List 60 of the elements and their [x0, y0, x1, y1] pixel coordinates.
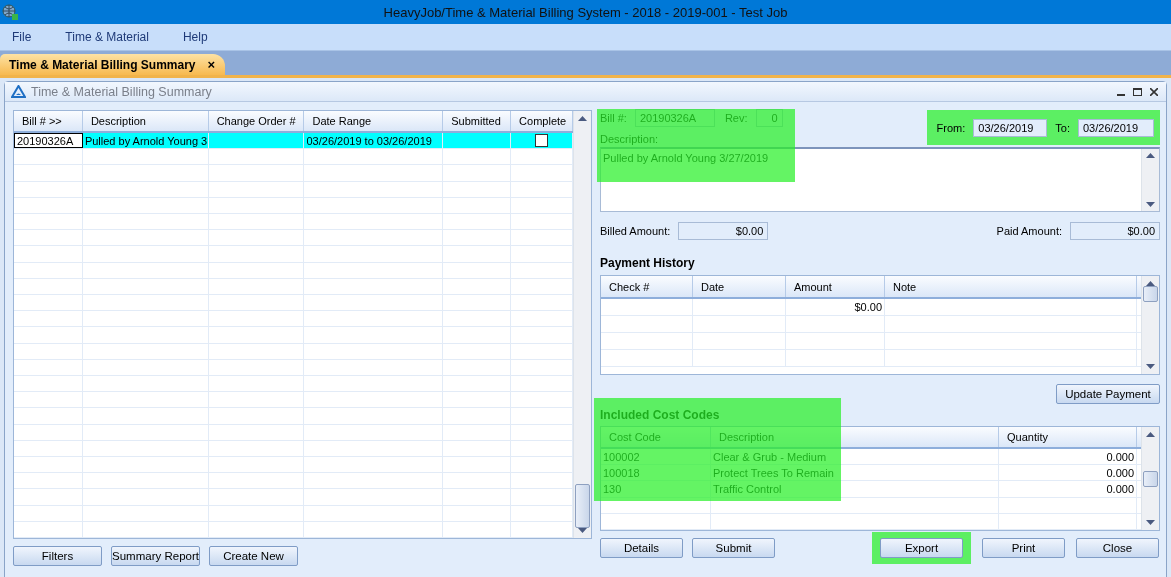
- menu-item[interactable]: Time & Material: [65, 30, 149, 44]
- scroll-up-icon[interactable]: [1146, 432, 1155, 437]
- field-label: To:: [1055, 121, 1070, 134]
- column-header[interactable]: Quantity: [999, 427, 1137, 447]
- action-button[interactable]: Print: [982, 538, 1065, 558]
- action-button[interactable]: Create New: [209, 546, 298, 566]
- table-cell: Pulled by Arnold Young 3: [82, 132, 209, 149]
- column-header[interactable]: Change Order #: [208, 111, 305, 131]
- table-cell: 0.000: [999, 481, 1137, 497]
- column-header[interactable]: Bill # >>: [14, 111, 83, 131]
- field-label: Paid Amount:: [996, 225, 1062, 237]
- globe-icon: [2, 4, 18, 20]
- tab-label: Time & Material Billing Summary: [9, 57, 196, 72]
- field-label: Rev:: [724, 112, 748, 124]
- column-header[interactable]: Date: [693, 276, 786, 297]
- action-button[interactable]: Summary Report: [111, 546, 200, 566]
- scroll-down-icon[interactable]: [1146, 520, 1155, 525]
- scroll-down-icon[interactable]: [1146, 364, 1155, 369]
- complete-checkbox[interactable]: [535, 134, 549, 148]
- table-cell: 0.000: [999, 465, 1137, 481]
- table-cell: $0.00: [786, 299, 885, 315]
- action-button[interactable]: Close: [1076, 538, 1159, 558]
- column-header[interactable]: Description: [82, 111, 209, 131]
- menu-item[interactable]: File: [12, 30, 32, 44]
- column-header[interactable]: Date Range: [304, 111, 444, 131]
- column-header[interactable]: Note: [885, 276, 1137, 297]
- action-button[interactable]: Export: [880, 538, 963, 558]
- scroll-down-icon[interactable]: [1146, 202, 1155, 207]
- action-button[interactable]: Details: [600, 538, 683, 558]
- table-cell: 0.000: [999, 448, 1137, 465]
- scroll-up-icon[interactable]: [1146, 153, 1155, 158]
- scroll-thumb[interactable]: [1143, 286, 1158, 302]
- maximize-icon[interactable]: [1133, 87, 1142, 96]
- menu-item[interactable]: Help: [182, 30, 208, 44]
- field-label: From:: [936, 121, 966, 134]
- scroll-thumb[interactable]: [1143, 470, 1158, 487]
- scroll-thumb[interactable]: [575, 484, 590, 528]
- action-button[interactable]: Filters: [13, 546, 102, 566]
- column-header[interactable]: Submitted: [443, 111, 512, 131]
- to-date-field[interactable]: 03/26/2019: [1078, 118, 1154, 137]
- table-cell: 03/26/2019 to 03/26/2019: [304, 132, 444, 149]
- window-title: HeavyJob/Time & Material Billing System - 2018 - 2019-001 - Test Job: [382, 4, 789, 20]
- update-payment-button[interactable]: Update Payment: [1056, 384, 1160, 404]
- column-header[interactable]: Amount: [786, 276, 885, 297]
- scroll-up-icon[interactable]: [578, 116, 587, 121]
- tab[interactable]: Time & Material Billing Summary ×: [0, 54, 226, 75]
- triangle-logo-icon: [11, 85, 26, 98]
- from-date-field[interactable]: 03/26/2019: [973, 118, 1048, 137]
- column-header[interactable]: Check #: [601, 276, 693, 297]
- close-tab-icon[interactable]: ×: [207, 57, 216, 72]
- field-label: Bill #:: [600, 112, 627, 124]
- field-label: Billed Amount:: [600, 225, 671, 237]
- section-title: Payment History: [600, 256, 696, 270]
- action-button[interactable]: Submit: [692, 538, 775, 558]
- field-label: Description:: [600, 133, 660, 145]
- billed-amount-field: $0.00: [678, 222, 769, 240]
- close-icon[interactable]: [1150, 87, 1158, 96]
- section-title: Included Cost Codes: [600, 408, 721, 422]
- panel-title: Time & Material Billing Summary: [31, 84, 213, 99]
- paid-amount-field: $0.00: [1070, 222, 1160, 240]
